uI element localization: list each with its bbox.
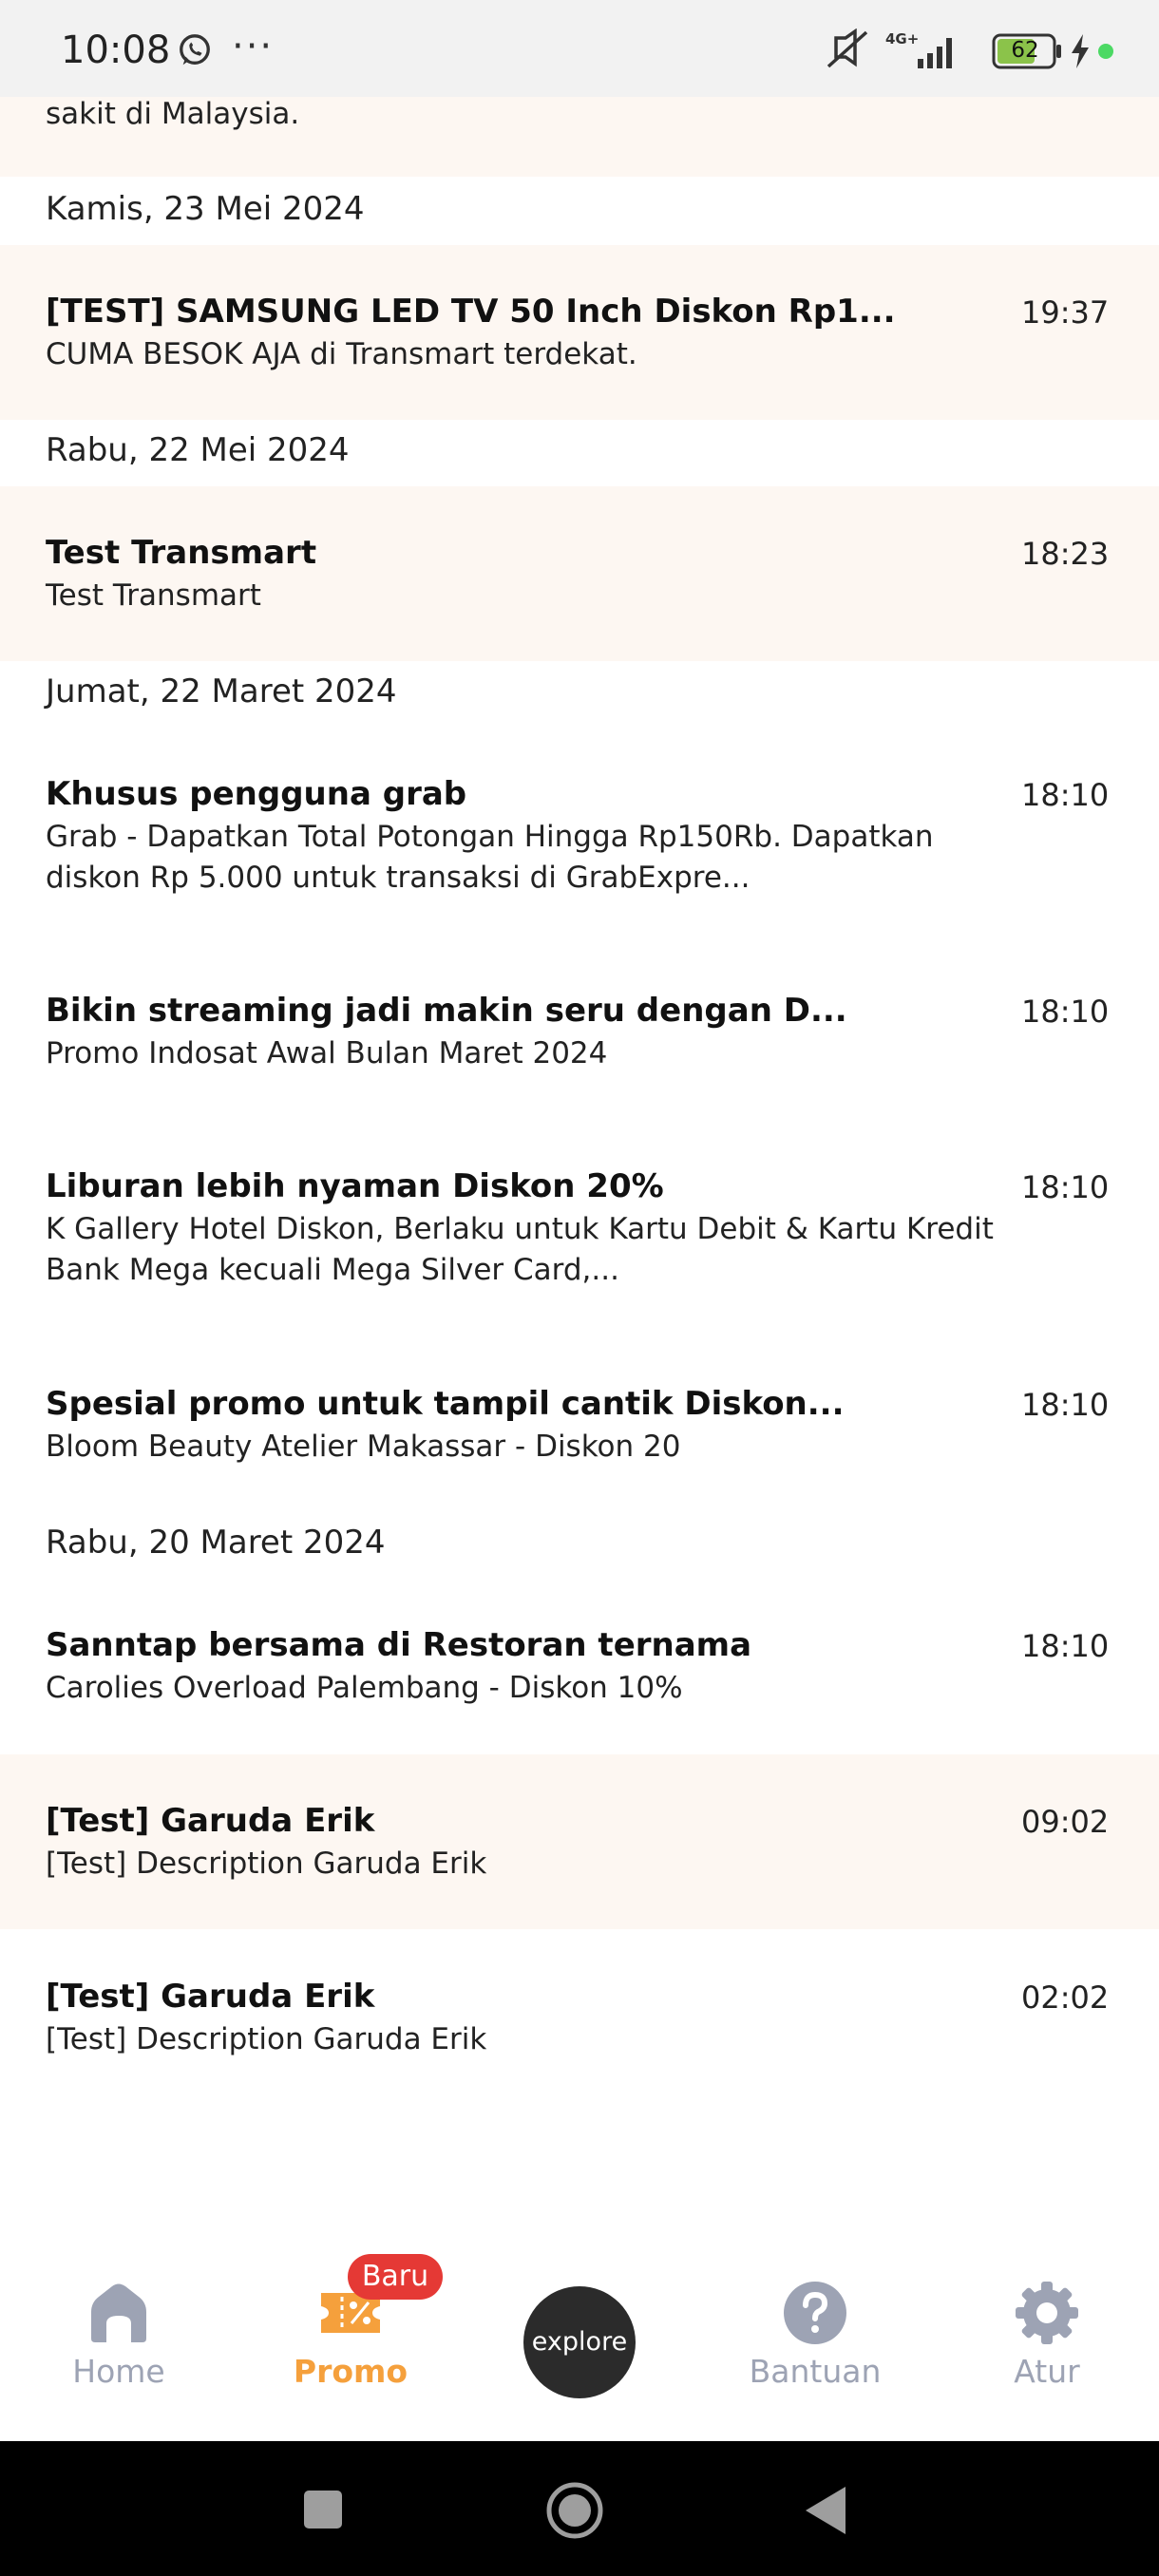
list-item[interactable]: [Test] Garuda Erik 09:02 [Test] Descript… <box>0 1754 1159 1929</box>
new-badge: Baru <box>348 2254 443 2300</box>
list-item-description: Test Transmart <box>46 578 261 613</box>
list-item-title: Sanntap bersama di Restoran ternama <box>46 1626 752 1664</box>
list-item[interactable]: Khusus pengguna grab 18:10 Grab - Dapatk… <box>0 728 1159 944</box>
list-item-title: [Test] Garuda Erik <box>46 1978 375 2016</box>
list-item[interactable]: Spesial promo untuk tampil cantik Diskon… <box>0 1337 1159 1512</box>
list-item-title: Test Transmart <box>46 534 317 572</box>
list-item-time: 18:10 <box>1021 1387 1110 1423</box>
list-item-description: Carolies Overload Palembang - Diskon 10% <box>46 1671 683 1705</box>
network-type: 4G+ <box>885 30 919 47</box>
status-bar: 10:08 ··· 4G+ 62 <box>0 0 1159 97</box>
list-item-description: Grab - Dapatkan Total Potongan Hingga Rp… <box>46 820 934 895</box>
recents-icon[interactable] <box>302 2489 344 2530</box>
list-item-time: 02:02 <box>1021 1979 1110 2016</box>
list-item[interactable]: Bikin streaming jadi makin seru dengan D… <box>0 944 1159 1119</box>
notification-dot <box>1098 44 1113 59</box>
battery-level: 62 <box>1011 38 1039 63</box>
list-item-time: 18:23 <box>1021 536 1110 572</box>
list-item-description: K Gallery Hotel Diskon, Berlaku untuk Ka… <box>46 1212 994 1287</box>
signal-icon: 4G+ <box>885 30 952 68</box>
list-item-description: sakit di Malaysia. <box>46 97 300 131</box>
list-item-time: 09:02 <box>1021 1804 1110 1840</box>
list-item-title: Khusus pengguna grab <box>46 775 467 813</box>
gear-icon <box>1016 2282 1078 2344</box>
status-icons: 4G+ 62 <box>779 0 1159 97</box>
notification-list[interactable]: sakit di Malaysia. Kamis, 23 Mei 2024 [T… <box>0 97 1159 2223</box>
list-item-time: 18:10 <box>1021 777 1110 813</box>
list-item[interactable]: Sanntap bersama di Restoran ternama 18:1… <box>0 1579 1159 1753</box>
list-item-title: Bikin streaming jadi makin seru dengan D… <box>46 992 847 1030</box>
nav-home[interactable]: Home <box>24 2223 214 2441</box>
explore-button[interactable]: explore <box>523 2286 636 2398</box>
nav-promo-label: Promo <box>293 2353 408 2390</box>
list-item-description: [Test] Description Garuda Erik <box>46 1847 487 1881</box>
nav-help-label: Bantuan <box>749 2353 882 2390</box>
system-navigation-bar <box>0 2441 1159 2576</box>
list-item-time: 19:37 <box>1021 294 1110 331</box>
bottom-navigation: Home Promo Baru explore Bantuan Atur <box>0 2223 1159 2441</box>
status-time: 10:08 <box>61 28 171 72</box>
more-notifications-icon: ··· <box>232 25 275 68</box>
help-icon <box>784 2282 846 2344</box>
list-item-title: [Test] Garuda Erik <box>46 1802 375 1840</box>
list-item-description: Bloom Beauty Atelier Makassar - Diskon 2… <box>46 1430 681 1464</box>
date-header: Kamis, 23 Mei 2024 <box>46 190 365 228</box>
home-circle-icon[interactable] <box>545 2481 604 2540</box>
whatsapp-icon <box>180 34 210 66</box>
nav-help[interactable]: Bantuan <box>720 2223 910 2441</box>
list-item-partial[interactable]: sakit di Malaysia. <box>0 97 1159 177</box>
list-item[interactable]: [TEST] SAMSUNG LED TV 50 Inch Diskon Rp1… <box>0 245 1159 420</box>
date-header: Jumat, 22 Maret 2024 <box>46 672 397 710</box>
list-item-time: 18:10 <box>1021 1169 1110 1205</box>
mute-icon <box>826 28 868 68</box>
list-item-description: CUMA BESOK AJA di Transmart terdekat. <box>46 337 637 371</box>
list-item-title: Liburan lebih nyaman Diskon 20% <box>46 1167 664 1205</box>
list-item-title: [TEST] SAMSUNG LED TV 50 Inch Diskon Rp1… <box>46 293 896 331</box>
list-item-title: Spesial promo untuk tampil cantik Diskon… <box>46 1385 845 1423</box>
list-item[interactable]: Liburan lebih nyaman Diskon 20% 18:10 K … <box>0 1120 1159 1336</box>
charging-icon <box>1072 34 1089 68</box>
nav-settings-label: Atur <box>1014 2353 1080 2390</box>
home-icon <box>91 2283 146 2342</box>
list-item[interactable]: Test Transmart 18:23 Test Transmart <box>0 486 1159 661</box>
list-item-time: 18:10 <box>1021 1628 1110 1664</box>
back-icon[interactable] <box>804 2485 847 2536</box>
nav-settings[interactable]: Atur <box>952 2223 1142 2441</box>
list-item[interactable]: [Test] Garuda Erik 02:02 [Test] Descript… <box>0 1930 1159 2105</box>
list-item-description: [Test] Description Garuda Erik <box>46 2022 487 2056</box>
list-item-description: Promo Indosat Awal Bulan Maret 2024 <box>46 1036 608 1070</box>
date-header: Rabu, 22 Mei 2024 <box>46 431 350 469</box>
nav-home-label: Home <box>72 2353 165 2390</box>
date-header: Rabu, 20 Maret 2024 <box>46 1524 386 1562</box>
list-item-time: 18:10 <box>1021 994 1110 1030</box>
